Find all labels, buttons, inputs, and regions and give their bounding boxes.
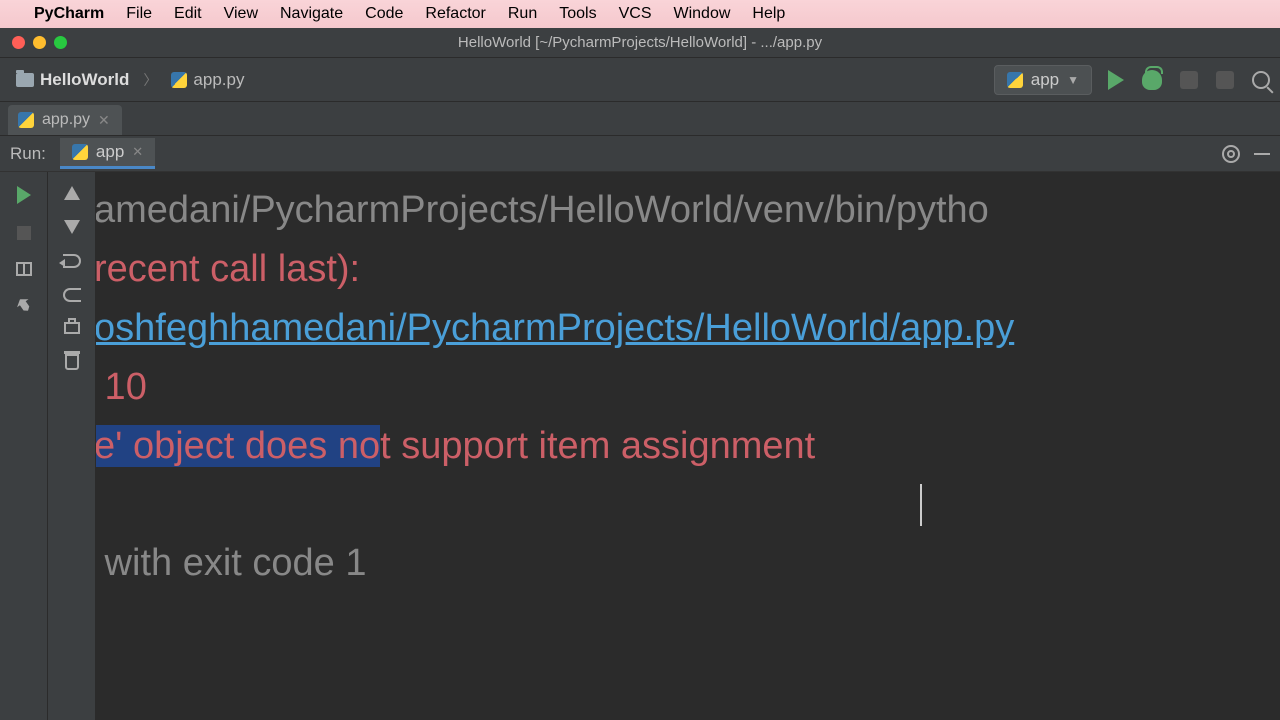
breadcrumb-project[interactable]: HelloWorld	[10, 66, 135, 94]
print-icon[interactable]	[64, 322, 80, 334]
console-selection: e' object does no	[96, 425, 380, 467]
menu-window[interactable]: Window	[674, 5, 731, 23]
gear-icon[interactable]	[1222, 145, 1240, 163]
console-line: t support item assignment	[380, 425, 815, 467]
editor-tab-label: app.py	[42, 111, 90, 129]
run-tab-label: app	[96, 142, 124, 162]
python-file-icon	[72, 144, 88, 160]
navigation-bar: HelloWorld 〉 app.py app ▼	[0, 58, 1280, 102]
python-file-icon	[171, 72, 187, 88]
text-cursor	[920, 484, 922, 526]
scroll-to-end-icon[interactable]	[63, 288, 81, 302]
run-config-name: app	[1031, 70, 1059, 90]
rerun-button[interactable]	[17, 186, 31, 204]
python-file-icon	[1007, 72, 1023, 88]
menu-file[interactable]: File	[126, 5, 152, 23]
run-label: Run:	[10, 144, 46, 164]
window-minimize-button[interactable]	[33, 36, 46, 49]
stop-process-button[interactable]	[17, 226, 31, 240]
search-icon[interactable]	[1252, 71, 1270, 89]
console-file-link[interactable]: oshfeghhamedani/PycharmProjects/HelloWor…	[96, 307, 1014, 349]
mac-menubar[interactable]: PyCharm File Edit View Navigate Code Ref…	[0, 0, 1280, 28]
editor-tab-app[interactable]: app.py ✕	[8, 105, 122, 135]
stop-button[interactable]	[1216, 71, 1234, 89]
console-line: amedani/PycharmProjects/HelloWorld/venv/…	[96, 189, 989, 231]
debug-button[interactable]	[1142, 70, 1162, 90]
app-menu[interactable]: PyCharm	[34, 5, 104, 23]
menu-tools[interactable]: Tools	[559, 5, 596, 23]
console-output[interactable]: amedani/PycharmProjects/HelloWorld/venv/…	[96, 172, 1280, 720]
menu-run[interactable]: Run	[508, 5, 537, 23]
pin-tab-button[interactable]	[14, 295, 33, 314]
run-tab-app[interactable]: app ✕	[60, 138, 155, 169]
breadcrumb-file[interactable]: app.py	[165, 66, 250, 94]
breadcrumb-file-label: app.py	[193, 70, 244, 90]
menu-refactor[interactable]: Refactor	[425, 5, 485, 23]
breadcrumb-project-label: HelloWorld	[40, 70, 129, 90]
layout-button[interactable]	[16, 262, 32, 276]
menu-vcs[interactable]: VCS	[619, 5, 652, 23]
console-line: with exit code 1	[96, 542, 366, 584]
close-tab-icon[interactable]: ✕	[98, 112, 110, 129]
hide-tool-window-icon[interactable]	[1254, 153, 1270, 155]
editor-tabs: app.py ✕	[0, 102, 1280, 136]
run-gutter-left	[0, 172, 48, 720]
close-run-tab-icon[interactable]: ✕	[132, 144, 143, 160]
run-config-selector[interactable]: app ▼	[994, 65, 1092, 95]
chevron-right-icon: 〉	[143, 70, 157, 90]
run-button[interactable]	[1108, 70, 1124, 90]
window-close-button[interactable]	[12, 36, 25, 49]
console-line: recent call last):	[96, 248, 360, 290]
chevron-down-icon: ▼	[1067, 73, 1079, 87]
python-file-icon	[18, 112, 34, 128]
window-titlebar: HelloWorld [~/PycharmProjects/HelloWorld…	[0, 28, 1280, 58]
breadcrumb: HelloWorld 〉 app.py	[10, 66, 250, 94]
console-line: 10	[96, 366, 147, 408]
run-tool-window: amedani/PycharmProjects/HelloWorld/venv/…	[0, 172, 1280, 720]
menu-help[interactable]: Help	[752, 5, 785, 23]
folder-icon	[16, 73, 34, 87]
soft-wrap-icon[interactable]	[63, 254, 81, 268]
down-stack-icon[interactable]	[64, 220, 80, 234]
menu-navigate[interactable]: Navigate	[280, 5, 343, 23]
up-stack-icon[interactable]	[64, 186, 80, 200]
clear-all-icon[interactable]	[65, 354, 79, 370]
menu-code[interactable]: Code	[365, 5, 403, 23]
menu-edit[interactable]: Edit	[174, 5, 202, 23]
run-gutter-right	[48, 172, 96, 720]
window-maximize-button[interactable]	[54, 36, 67, 49]
run-tool-header: Run: app ✕	[0, 136, 1280, 172]
coverage-button[interactable]	[1180, 71, 1198, 89]
window-title: HelloWorld [~/PycharmProjects/HelloWorld…	[458, 34, 822, 51]
menu-view[interactable]: View	[224, 5, 258, 23]
